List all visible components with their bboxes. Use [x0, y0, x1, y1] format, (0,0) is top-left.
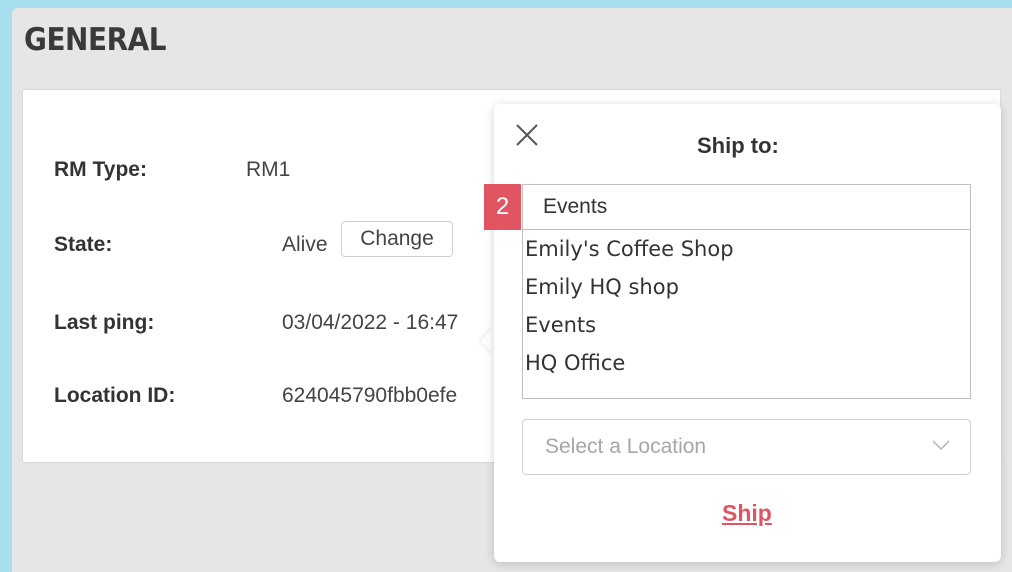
list-item[interactable]: Events [523, 306, 970, 344]
ship-to-options-list[interactable]: Emily's Coffee Shop Emily HQ shop Events… [522, 229, 971, 399]
location-select[interactable]: Select a Location [522, 419, 971, 475]
list-item[interactable]: HQ Office [523, 344, 970, 382]
location-select-placeholder: Select a Location [545, 435, 707, 458]
ship-to-input[interactable]: Events [522, 184, 971, 230]
last-ping-value: 03/04/2022 - 16:47 [282, 311, 459, 334]
list-item[interactable]: Emily HQ shop [523, 268, 970, 306]
close-icon[interactable] [514, 122, 540, 148]
location-id-value: 624045790fbb0efe [282, 384, 458, 407]
ship-button[interactable]: Ship [722, 500, 772, 527]
popover-title: Ship to: [697, 133, 779, 158]
change-state-button[interactable]: Change [341, 221, 453, 257]
last-ping-label: Last ping: [54, 311, 155, 334]
step-badge: 2 [484, 184, 521, 230]
state-label: State: [54, 233, 113, 256]
rm-type-value: RM1 [246, 158, 291, 181]
chevron-down-icon [932, 440, 950, 451]
list-item[interactable]: Emily's Coffee Shop [523, 230, 970, 268]
section-title: GENERAL [24, 22, 167, 58]
state-value: Alive [282, 233, 328, 256]
rm-type-label: RM Type: [54, 158, 147, 181]
location-id-label: Location ID: [54, 384, 176, 407]
